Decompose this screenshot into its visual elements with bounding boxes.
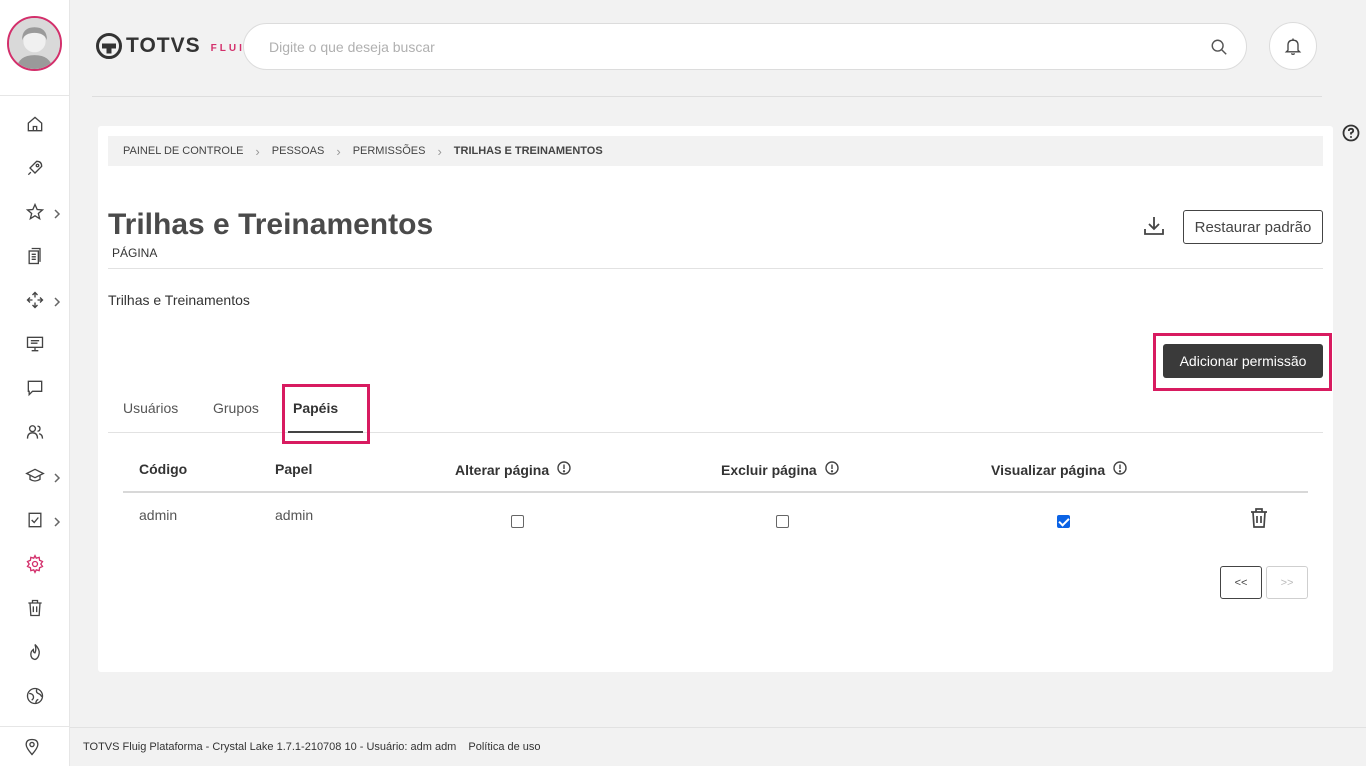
- page-type-label: PÁGINA: [112, 246, 158, 260]
- presentation-icon: [26, 336, 44, 352]
- chevron-right-icon: [52, 294, 62, 307]
- sidebar-item-workflow[interactable]: [22, 287, 48, 313]
- column-header-label: Código: [139, 461, 188, 477]
- sidebar-item-tasks[interactable]: [22, 507, 48, 533]
- column-header-edit-page: Alterar página: [455, 461, 571, 478]
- gear-icon: [26, 554, 44, 574]
- cell-role: admin: [275, 507, 314, 523]
- bell-icon: [1284, 38, 1302, 55]
- tab-groups[interactable]: Grupos: [213, 400, 259, 416]
- delete-row-button[interactable]: [1249, 507, 1269, 529]
- restore-default-button[interactable]: Restaurar padrão: [1183, 210, 1323, 244]
- global-search: [243, 23, 1247, 70]
- add-permission-button[interactable]: Adicionar permissão: [1163, 344, 1323, 378]
- sidebar-item-location[interactable]: [22, 737, 44, 759]
- chevron-right-icon: [52, 206, 62, 219]
- info-icon[interactable]: [1113, 461, 1127, 478]
- info-icon[interactable]: [557, 461, 571, 478]
- column-header-label: Papel: [275, 461, 313, 477]
- top-header: TOTVS FLUIG: [70, 0, 1366, 97]
- breadcrumb-item-people[interactable]: PESSOAS: [272, 145, 325, 157]
- main-card: PAINEL DE CONTROLE › PESSOAS › PERMISSÕE…: [98, 126, 1333, 672]
- pagination-next-button[interactable]: >>: [1266, 566, 1308, 599]
- totvs-logo-icon: [96, 33, 122, 59]
- roles-tab-highlight: [282, 384, 370, 444]
- breadcrumb-current: TRILHAS E TREINAMENTOS: [453, 145, 603, 157]
- sidebar-item-people[interactable]: [22, 419, 48, 445]
- footer: TOTVS Fluig Plataforma - Crystal Lake 1.…: [70, 727, 1366, 766]
- location-pin-icon: [25, 738, 39, 756]
- column-header-label: Alterar página: [455, 461, 550, 478]
- trash-icon: [1251, 508, 1267, 528]
- graduation-cap-icon: [25, 468, 45, 482]
- sidebar-item-home[interactable]: [22, 111, 48, 137]
- table-row: admin admin: [123, 493, 1308, 545]
- download-button[interactable]: [1142, 214, 1168, 240]
- page-description: Trilhas e Treinamentos: [108, 292, 250, 308]
- sidebar-item-learning[interactable]: [22, 463, 48, 489]
- column-header-role: Papel: [275, 461, 312, 477]
- breadcrumb-separator-icon: ›: [437, 143, 442, 159]
- permissions-table: Código Papel Alterar página Excluir pági…: [123, 450, 1308, 545]
- help-icon[interactable]: [1342, 124, 1360, 142]
- breadcrumb-item-permissions[interactable]: PERMISSÕES: [353, 145, 426, 157]
- cell-code: admin: [139, 507, 178, 523]
- tasks-icon: [28, 512, 42, 528]
- star-icon: [25, 202, 45, 221]
- trash-icon: [28, 599, 42, 617]
- totvs-fluig-logo[interactable]: TOTVS FLUIG: [96, 33, 256, 59]
- chevron-right-icon: [52, 514, 62, 527]
- column-header-label: Excluir página: [721, 461, 817, 478]
- column-header-label: Visualizar página: [991, 461, 1106, 478]
- page-title: Trilhas e Treinamentos: [108, 208, 434, 241]
- sidebar-item-trash[interactable]: [22, 595, 48, 621]
- notifications-button[interactable]: [1269, 22, 1317, 70]
- globe-icon: [26, 687, 44, 705]
- documents-icon: [28, 247, 41, 265]
- header-divider: [92, 96, 1322, 97]
- search-input[interactable]: [269, 36, 1169, 58]
- column-header-delete-page: Excluir página: [721, 461, 839, 478]
- home-icon: [27, 116, 43, 132]
- table-header: Código Papel Alterar página Excluir pági…: [123, 450, 1308, 493]
- column-header-view-page: Visualizar página: [991, 461, 1127, 478]
- column-header-code: Código: [139, 461, 187, 477]
- avatar-placeholder-icon: [9, 18, 60, 69]
- info-icon[interactable]: [825, 461, 839, 478]
- brand-name: TOTVS: [126, 34, 201, 57]
- sidebar-item-chat[interactable]: [22, 375, 48, 401]
- sidebar-item-favorites[interactable]: [22, 199, 48, 225]
- delete-page-checkbox[interactable]: [776, 515, 789, 528]
- breadcrumb-separator-icon: ›: [255, 143, 260, 159]
- sidebar-divider: [0, 95, 70, 96]
- sidebar-item-settings[interactable]: [22, 551, 48, 577]
- fire-icon: [30, 644, 40, 661]
- sidebar-item-presentation[interactable]: [22, 331, 48, 357]
- chat-icon: [27, 380, 43, 397]
- pagination-previous-button[interactable]: <<: [1220, 566, 1262, 599]
- usage-policy-link[interactable]: Política de uso: [468, 741, 540, 753]
- tab-users[interactable]: Usuários: [123, 400, 178, 416]
- breadcrumb-separator-icon: ›: [336, 143, 341, 159]
- sidebar-item-rocket[interactable]: [22, 155, 48, 181]
- breadcrumb: PAINEL DE CONTROLE › PESSOAS › PERMISSÕE…: [108, 136, 1323, 166]
- title-divider: [108, 268, 1323, 269]
- workflow-icon: [26, 291, 44, 309]
- sidebar-item-documents[interactable]: [22, 243, 48, 269]
- breadcrumb-item-control-panel[interactable]: PAINEL DE CONTROLE: [123, 145, 243, 157]
- sidebar: [0, 0, 70, 766]
- sidebar-bottom-divider: [0, 726, 70, 727]
- user-avatar[interactable]: [7, 16, 62, 71]
- download-icon: [1144, 217, 1164, 235]
- search-icon[interactable]: [1210, 38, 1228, 56]
- view-page-checkbox[interactable]: [1057, 515, 1070, 528]
- footer-version-text: TOTVS Fluig Plataforma - Crystal Lake 1.…: [83, 741, 457, 753]
- edit-page-checkbox[interactable]: [511, 515, 524, 528]
- sidebar-item-fire[interactable]: [22, 639, 48, 665]
- permission-tabs: Usuários Grupos Papéis: [108, 384, 1323, 444]
- rocket-icon: [27, 160, 43, 176]
- chevron-right-icon: [52, 470, 62, 483]
- sidebar-item-globe[interactable]: [22, 683, 48, 709]
- people-icon: [26, 425, 44, 439]
